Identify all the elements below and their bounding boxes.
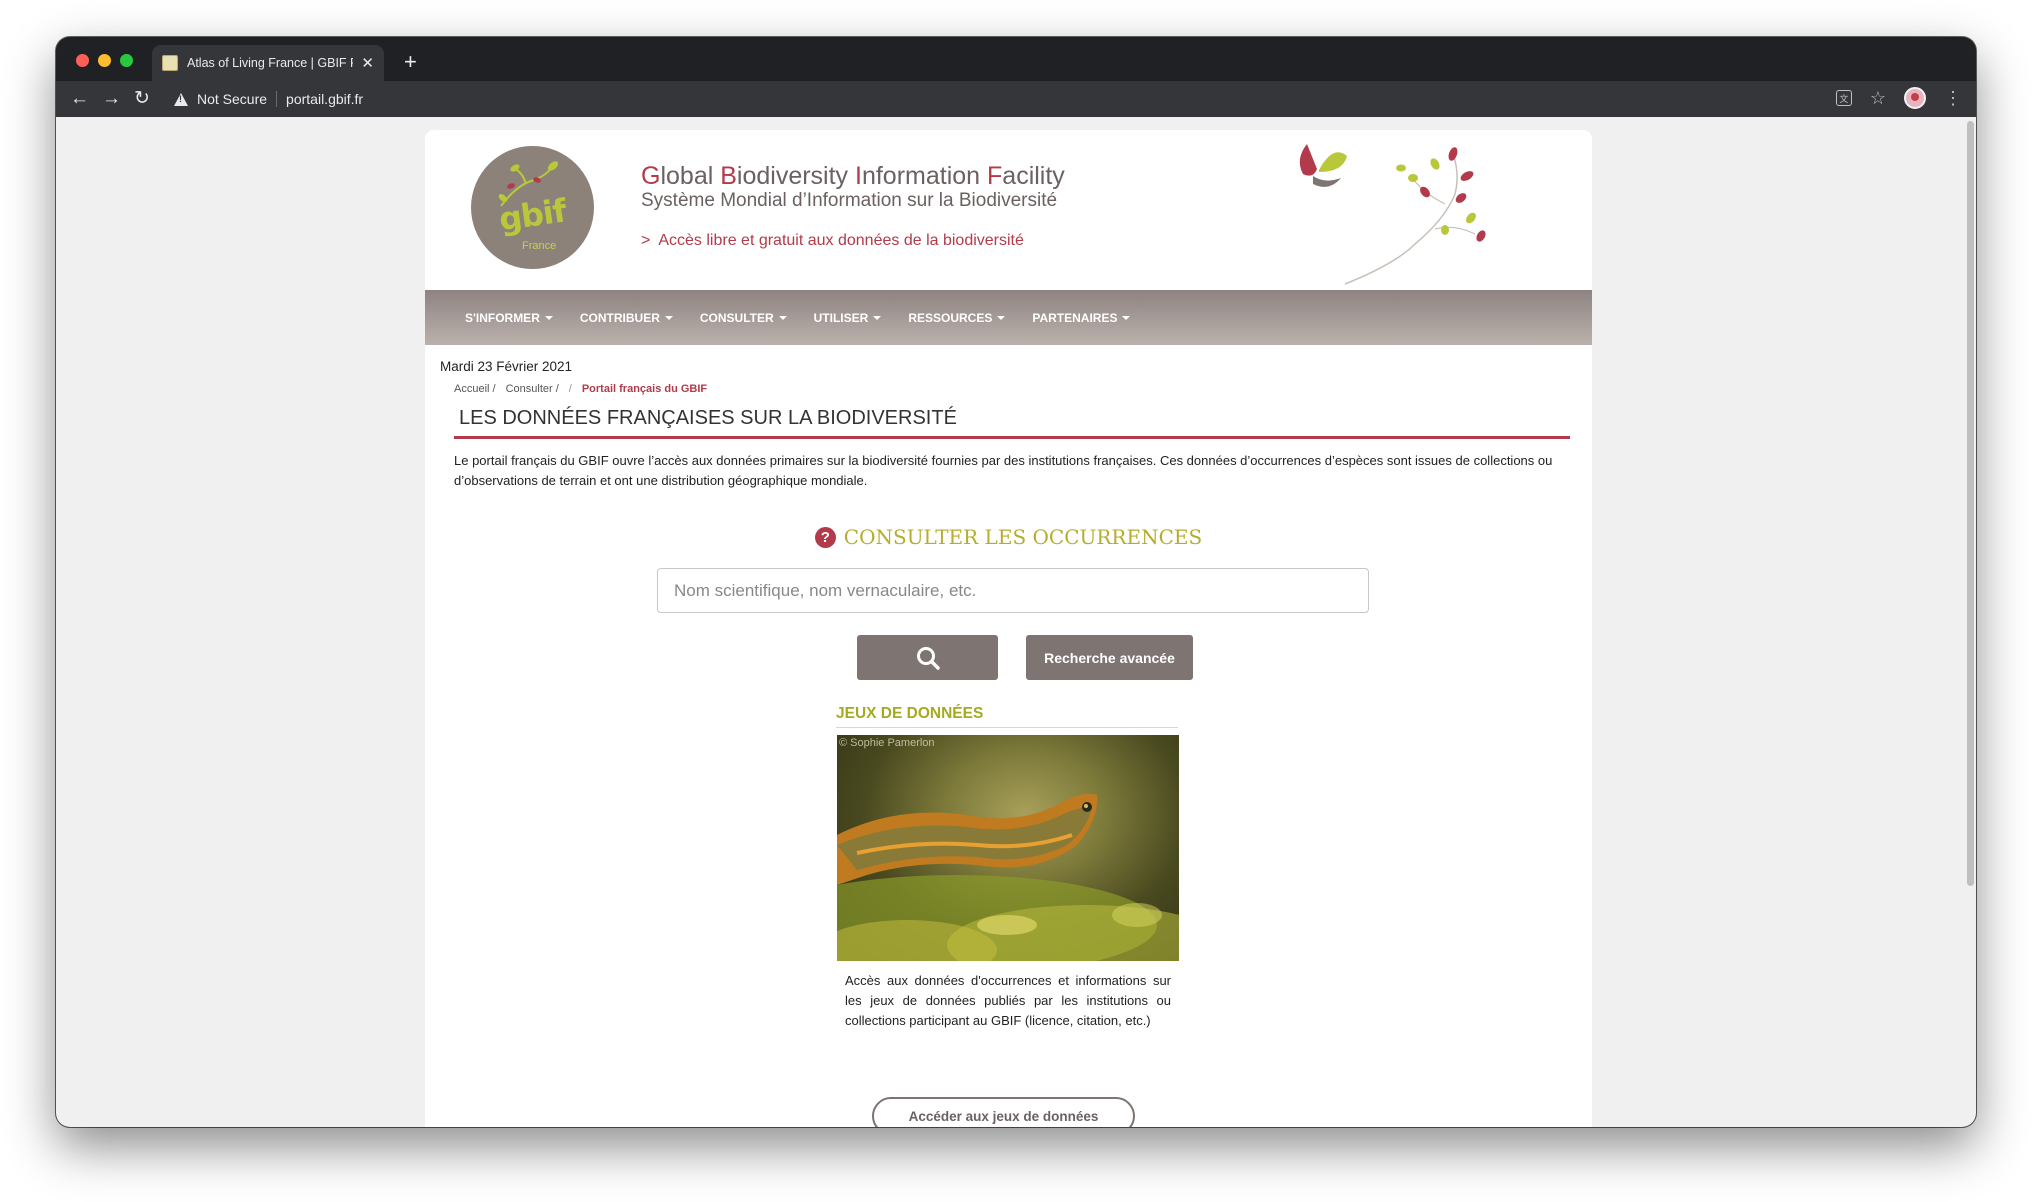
intro-paragraph: Le portail français du GBIF ouvre l’accè… (454, 453, 1553, 488)
minimize-window-button[interactable] (98, 54, 111, 67)
url-text: portail.gbif.fr (286, 91, 364, 107)
tab-title: Atlas of Living France | GBIF France (187, 56, 353, 70)
butterfly-branch-decoration (1299, 144, 1486, 285)
back-arrow-icon[interactable]: ← (70, 86, 89, 112)
occurrences-title: ? CONSULTER LES OCCURRENCES (425, 525, 1592, 549)
kebab-menu-icon[interactable]: ⋮ (1944, 89, 1962, 107)
caret-down-icon (997, 316, 1006, 321)
caret-down-icon (778, 316, 787, 321)
toolbar-actions: 文 ☆ ⋮ (1835, 87, 1962, 109)
caret-down-icon (873, 316, 882, 321)
branch-icon (1344, 147, 1486, 285)
datasets-underline (836, 727, 1178, 728)
species-search-input[interactable] (657, 568, 1369, 613)
breadcrumb: Accueil / Consulter / / Portail français… (454, 383, 707, 395)
maximize-window-button[interactable] (120, 54, 133, 67)
favicon-icon (162, 55, 178, 71)
newt-image (837, 793, 1179, 961)
profile-avatar[interactable] (1904, 87, 1926, 109)
nav-sinformer[interactable]: S'INFORMER (465, 311, 553, 325)
search-button[interactable] (857, 635, 998, 680)
breadcrumb-consulter[interactable]: Consulter / (506, 383, 559, 395)
caret-down-icon (1122, 316, 1131, 321)
occurrences-title-text: CONSULTER LES OCCURRENCES (843, 525, 1203, 549)
heading-underline (454, 436, 1570, 439)
nav-utiliser[interactable]: UTILISER (814, 311, 882, 325)
bookmark-star-icon[interactable]: ☆ (1870, 88, 1886, 109)
site-tagline[interactable]: > Accès libre et gratuit aux données de l… (641, 232, 1024, 250)
tagline-arrow-icon: > (641, 232, 651, 249)
tab-bar: Atlas of Living France | GBIF France ✕ + (56, 37, 1976, 81)
close-tab-icon[interactable]: ✕ (361, 54, 374, 72)
main-navigation: S'INFORMER CONTRIBUER CONSULTER UTILISER… (425, 290, 1592, 345)
tagline-text: Accès libre et gratuit aux données de la… (658, 232, 1024, 249)
search-icon (916, 646, 940, 670)
omnibox-divider (276, 91, 278, 107)
datasets-description: Accès aux données d'occurrences et infor… (845, 973, 1171, 1028)
advanced-search-button[interactable]: Recherche avancée (1026, 635, 1193, 680)
address-bar[interactable]: Not Secure portail.gbif.fr (166, 85, 1906, 113)
logo-subtext: France (522, 240, 557, 252)
breadcrumb-separator: / (568, 383, 572, 395)
nav-ressources[interactable]: RESSOURCES (908, 311, 1006, 325)
translate-icon[interactable]: 文 (1835, 90, 1852, 106)
breadcrumb-accueil[interactable]: Accueil / (454, 383, 496, 395)
browser-toolbar: ← → ↻ Not Secure portail.gbif.fr 文 ☆ ⋮ (56, 81, 1976, 117)
site-title: Global Biodiversity Information Facility (641, 162, 1065, 190)
window-controls (76, 54, 133, 67)
caret-down-icon (544, 316, 553, 321)
nav-partenaires[interactable]: PARTENAIRES (1032, 311, 1131, 325)
access-datasets-button[interactable]: Accéder aux jeux de données (872, 1097, 1135, 1127)
site-subtitle: Système Mondial d’Information sur la Bio… (641, 190, 1058, 211)
browser-window: Atlas of Living France | GBIF France ✕ +… (56, 37, 1976, 1127)
photo-credit: © Sophie Pamerlon (839, 737, 935, 749)
warning-icon (174, 92, 188, 106)
reload-icon[interactable]: ↻ (134, 86, 150, 112)
browser-tab[interactable]: Atlas of Living France | GBIF France ✕ (152, 45, 384, 81)
datasets-title: JEUX DE DONNÉES (836, 705, 984, 722)
forward-arrow-icon[interactable]: → (102, 86, 121, 112)
nav-consulter[interactable]: CONSULTER (700, 311, 787, 325)
newt-photo[interactable]: © Sophie Pamerlon (837, 735, 1179, 961)
caret-down-icon (664, 316, 673, 321)
breadcrumb-current: Portail français du GBIF (581, 383, 708, 395)
help-icon[interactable]: ? (814, 527, 836, 548)
butterfly-icon (1299, 144, 1347, 187)
page-title: LES DONNÉES FRANÇAISES SUR LA BIODIVERSI… (459, 407, 957, 429)
close-window-button[interactable] (76, 54, 89, 67)
scrollbar-thumb[interactable] (1967, 121, 1974, 886)
page-viewport: gbif France Global Biodiversity Informat… (56, 117, 1976, 1127)
gbif-france-logo[interactable]: gbif France (471, 146, 594, 269)
new-tab-button[interactable]: + (404, 49, 417, 75)
current-date: Mardi 23 Février 2021 (440, 359, 573, 374)
nav-contribuer[interactable]: CONTRIBUER (580, 311, 673, 325)
page-container: gbif France Global Biodiversity Informat… (425, 130, 1592, 1127)
not-secure-label: Not Secure (197, 91, 268, 107)
